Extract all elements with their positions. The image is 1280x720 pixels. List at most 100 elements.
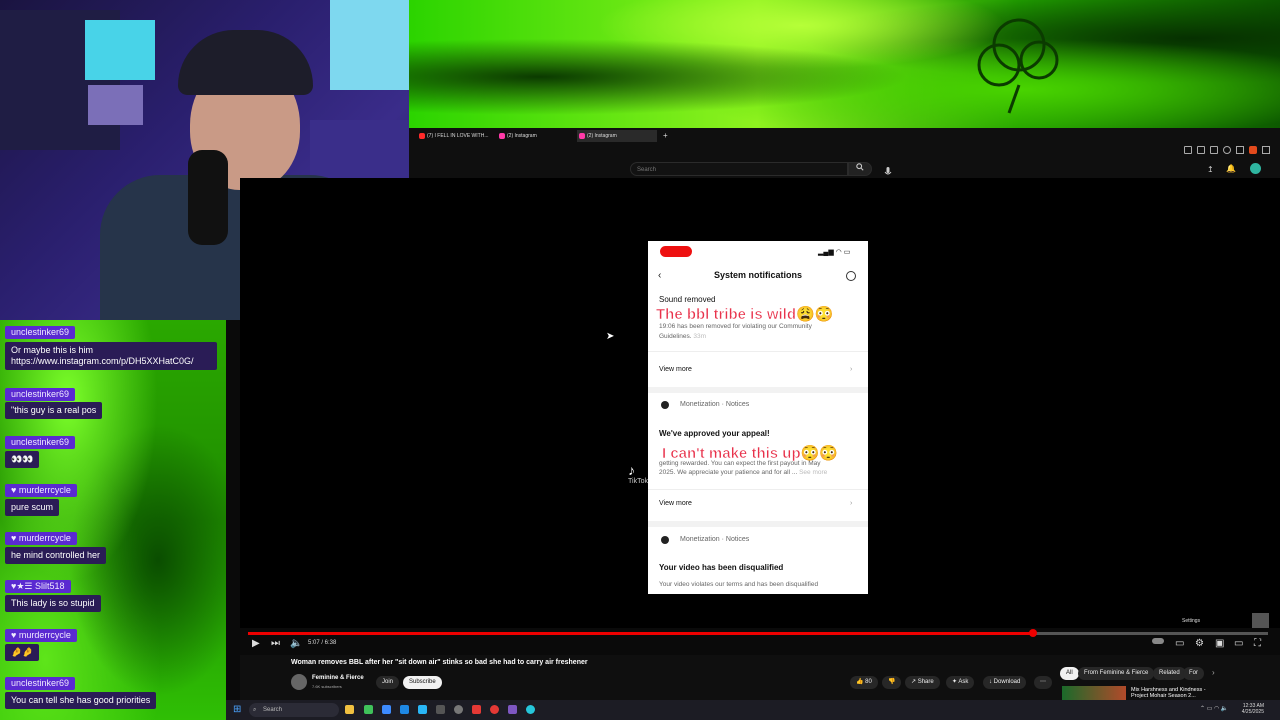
- browser-tab-active[interactable]: (2) Instagram: [577, 130, 657, 142]
- account-avatar[interactable]: [1250, 163, 1261, 174]
- chip-for-you[interactable]: For: [1183, 667, 1204, 680]
- disqualified-body: Your video violates our terms and has be…: [659, 581, 819, 588]
- share-button[interactable]: ↗ Share: [905, 676, 940, 689]
- app-icon[interactable]: [526, 705, 535, 714]
- play-button[interactable]: ▶: [252, 638, 260, 649]
- app-icon[interactable]: [472, 705, 481, 714]
- chat-username: ♥ murderrcycle: [5, 532, 77, 545]
- system-tray-icons[interactable]: ⌃ ▭ ◠ 🔈: [1200, 705, 1228, 712]
- monetization-label: Monetization · Notices: [680, 536, 750, 543]
- voice-search-button[interactable]: [884, 164, 892, 175]
- sound-removed-body-2: Guidelines. 33m: [659, 333, 706, 340]
- mouse-cursor: ➤: [606, 331, 615, 342]
- microphone-icon: [884, 167, 892, 175]
- new-tab-button[interactable]: +: [653, 130, 671, 142]
- search-input[interactable]: Search: [630, 162, 848, 176]
- recommended-title[interactable]: Mix Harshness and Kindness - Project Moh…: [1131, 687, 1213, 699]
- browser-tab[interactable]: (2) Instagram: [497, 130, 577, 142]
- chat-username: unclestinker69: [5, 326, 76, 339]
- play-icon[interactable]: [1236, 146, 1244, 154]
- recommended-thumbnail[interactable]: [1062, 686, 1126, 700]
- miniplayer-icon[interactable]: ▣: [1215, 638, 1224, 649]
- menu-icon[interactable]: [1262, 146, 1270, 154]
- video-thumbnail-preview: [1252, 613, 1269, 628]
- chat-message: You can tell she has good priorities: [5, 692, 157, 709]
- app-icon[interactable]: [400, 705, 409, 714]
- dislike-button[interactable]: 👎: [882, 676, 902, 689]
- telegram-icon[interactable]: [418, 705, 427, 714]
- bookmark-icon[interactable]: [1184, 146, 1192, 154]
- search-button[interactable]: [848, 162, 872, 176]
- flower-doodle: [977, 18, 1059, 114]
- settings-icon[interactable]: [454, 705, 463, 714]
- chat-message: 👀👀: [5, 451, 40, 468]
- chat-message: This lady is so stupid: [5, 595, 101, 612]
- chip-related[interactable]: Related: [1153, 667, 1186, 680]
- ask-button[interactable]: ✦ Ask: [946, 676, 975, 689]
- view-more-link: View more: [659, 500, 692, 507]
- chat-username: unclestinker69: [5, 436, 76, 449]
- next-button[interactable]: ⏭: [271, 638, 280, 649]
- app-icon[interactable]: [382, 705, 391, 714]
- chat-username: ♥ murderrcycle: [5, 629, 77, 642]
- recording-indicator: [660, 246, 692, 257]
- tab-favicon-icon: [579, 133, 585, 139]
- share-icon[interactable]: [1197, 146, 1205, 154]
- upload-icon[interactable]: ↥: [1207, 165, 1215, 174]
- chevron-right-icon: ›: [850, 366, 853, 373]
- subscribe-button[interactable]: Subscribe: [403, 676, 442, 689]
- windows-start-icon[interactable]: ⊞: [233, 704, 241, 715]
- sound-removed-title: Sound removed: [659, 295, 716, 304]
- chat-username: ♥ murderrcycle: [5, 484, 77, 497]
- chip-all[interactable]: All: [1060, 667, 1079, 680]
- chevron-right-icon: ›: [850, 500, 853, 507]
- autoplay-toggle[interactable]: [1152, 638, 1164, 644]
- app-icon[interactable]: [490, 705, 499, 714]
- app-icon[interactable]: [364, 705, 373, 714]
- captions-icon[interactable]: ▭: [1175, 638, 1184, 649]
- channel-avatar[interactable]: [291, 674, 307, 690]
- monetization-icon: [661, 536, 669, 544]
- video-title: Woman removes BBL after her "sit down ai…: [291, 659, 588, 666]
- taskbar-clock[interactable]: 12:33 AM 4/25/2025: [1236, 703, 1264, 715]
- theater-mode-icon[interactable]: ▭: [1234, 638, 1243, 649]
- volume-icon[interactable]: 🔈: [290, 638, 302, 649]
- chat-message: Or maybe this is him https://www.instagr…: [5, 342, 217, 370]
- notifications-bell-icon[interactable]: 🔔: [1226, 164, 1236, 173]
- like-button[interactable]: 👍 80: [850, 676, 878, 689]
- time-display: 5:07 / 6:38: [308, 640, 337, 646]
- view-more-link: View more: [659, 366, 692, 373]
- heart-icon[interactable]: [1223, 146, 1231, 154]
- extension-icon[interactable]: [1210, 146, 1218, 154]
- chip-from-channel[interactable]: From Feminine & Fierce: [1078, 667, 1155, 680]
- chat-message: pure scum: [5, 499, 60, 516]
- fullscreen-icon[interactable]: ⛶: [1254, 638, 1261, 649]
- notifications-header: System notifications: [713, 270, 803, 280]
- file-explorer-icon[interactable]: [345, 705, 354, 714]
- chat-message: "this guy is a real pos: [5, 402, 103, 419]
- download-button[interactable]: ↓ Download: [983, 676, 1027, 689]
- monetization-label: Monetization · Notices: [680, 401, 750, 408]
- chat-message: he mind controlled her: [5, 547, 107, 564]
- app-icon[interactable]: [436, 705, 445, 714]
- browser-tab[interactable]: (7) I FELL IN LOVE WITH...: [417, 130, 497, 142]
- disqualified-title: Your video has been disqualified: [659, 563, 784, 572]
- chip-scroll-right-icon[interactable]: ›: [1212, 668, 1215, 677]
- join-button[interactable]: Join: [376, 676, 400, 689]
- approved-title: We've approved your appeal!: [659, 429, 770, 438]
- settings-gear-icon[interactable]: ⚙: [1195, 638, 1204, 649]
- chat-message: 🤌🤌: [5, 644, 40, 661]
- chat-username: ♥★☰ Slilt518: [5, 580, 71, 593]
- app-icon[interactable]: [508, 705, 517, 714]
- channel-name[interactable]: Feminine & Fierce: [312, 675, 364, 681]
- taskbar-search[interactable]: ⌕ Search: [249, 703, 339, 717]
- subscriber-count: 7.6K subscribers: [312, 684, 342, 689]
- caption-overlay-1: The bbl tribe is wild😩😳: [656, 306, 834, 324]
- progress-scrubber[interactable]: [1029, 629, 1037, 637]
- background-art-top: [409, 0, 1280, 128]
- more-actions-button[interactable]: ⋯: [1034, 676, 1052, 689]
- microphone: [188, 150, 228, 245]
- stream-chat: unclestinker69 Or maybe this is him http…: [0, 322, 226, 720]
- chat-username: unclestinker69: [5, 677, 76, 690]
- brave-icon[interactable]: [1249, 146, 1257, 154]
